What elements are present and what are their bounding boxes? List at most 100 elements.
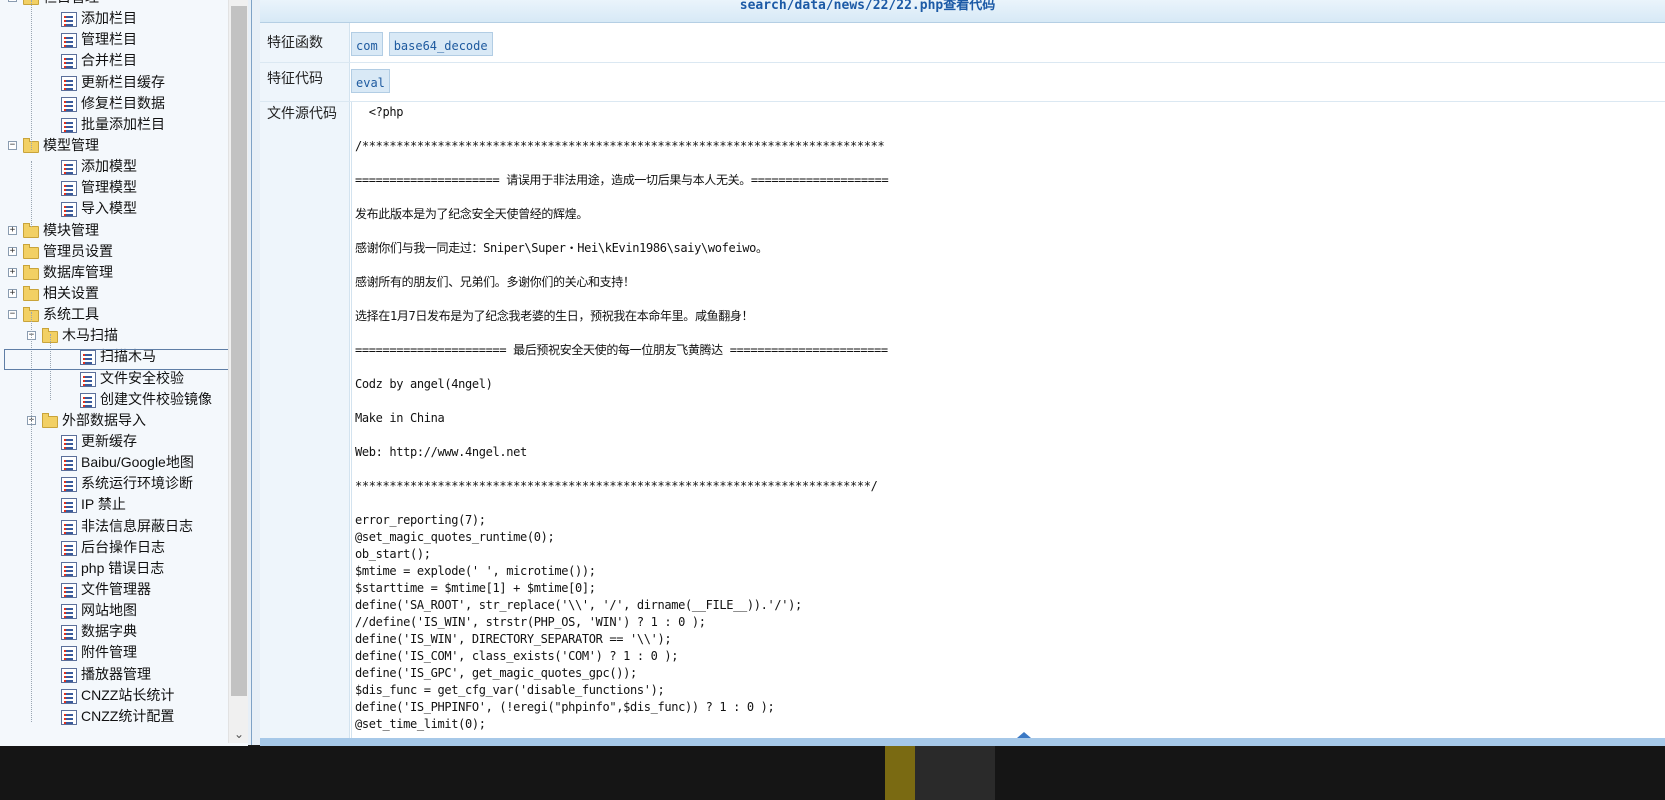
tree-item-label: 数据字典	[81, 623, 137, 640]
page-icon	[61, 604, 77, 620]
tree-item[interactable]: 修复栏目数据	[0, 93, 245, 114]
tree-item[interactable]: 管理模型	[0, 177, 245, 198]
tree-item-label: 栏目管理	[43, 0, 99, 8]
code-line: /***************************************…	[355, 139, 885, 153]
tree-item[interactable]: 非法信息屏蔽日志	[0, 516, 245, 537]
page-icon	[61, 33, 77, 49]
collapse-icon[interactable]: −	[8, 0, 17, 2]
code-line: @set_time_limit(0);	[355, 717, 486, 731]
page-icon	[80, 371, 96, 387]
page-icon	[61, 202, 77, 218]
tree-item[interactable]: + 管理员设置	[0, 241, 245, 262]
tree-item[interactable]: IP 禁止	[0, 494, 245, 515]
code-line: ob_start();	[355, 547, 431, 561]
tree-item-label: php 错误日志	[81, 559, 165, 576]
tree-item[interactable]: 网站地图	[0, 600, 245, 621]
page-icon	[61, 667, 77, 683]
tree-item-label: 更新栏目缓存	[81, 73, 165, 90]
tree-item-label: 合并栏目	[81, 52, 137, 69]
tree-item[interactable]: 扫描木马	[0, 346, 245, 367]
tree-item[interactable]: 批量添加栏目	[0, 114, 245, 135]
tree-item[interactable]: − 木马扫描	[0, 325, 245, 346]
tree-scrollbar[interactable]: ⌄	[228, 0, 248, 743]
expand-icon[interactable]: +	[8, 267, 17, 277]
page-icon	[61, 181, 77, 197]
tree-item[interactable]: − 栏目管理	[0, 0, 245, 8]
tree-item-label: 管理栏目	[81, 31, 137, 48]
tree-item[interactable]: 文件管理器	[0, 579, 245, 600]
tree-item-label: 外部数据导入	[62, 411, 146, 428]
expand-icon[interactable]: +	[8, 246, 17, 256]
code-line: //define('IS_WIN', strstr(PHP_OS, 'WIN')…	[355, 615, 706, 629]
expand-icon[interactable]: +	[8, 288, 17, 298]
tree-item[interactable]: + 外部数据导入	[0, 410, 245, 431]
tree-item-label: 非法信息屏蔽日志	[81, 517, 193, 534]
tree-item-label: 管理员设置	[43, 242, 113, 259]
tree-item[interactable]: 更新缓存	[0, 431, 245, 452]
tree-item[interactable]: 文件安全校验	[0, 368, 245, 389]
code-line: define('IS_PHPINFO', (!eregi("phpinfo",$…	[355, 700, 775, 714]
expand-icon[interactable]: +	[8, 225, 17, 235]
tree-item-label: Baibu/Google地图	[81, 454, 194, 471]
feature-functions-tags: com base64_decode	[351, 32, 499, 56]
page-icon	[61, 456, 77, 472]
page-icon	[61, 96, 77, 112]
page-icon	[61, 646, 77, 662]
collapse-icon[interactable]: −	[8, 310, 17, 320]
tree-item[interactable]: + 模块管理	[0, 220, 245, 241]
tree-item[interactable]: 附件管理	[0, 642, 245, 663]
tree-item-label: 文件安全校验	[100, 369, 184, 386]
tree-item-label: 附件管理	[81, 644, 137, 661]
tree-item[interactable]: 添加栏目	[0, 8, 245, 29]
page-icon	[61, 688, 77, 704]
tree-item[interactable]: CNZZ统计配置	[0, 706, 245, 727]
collapse-icon[interactable]: −	[8, 140, 17, 150]
tree-item[interactable]: + 数据库管理	[0, 262, 245, 283]
taskbar-active-app[interactable]	[885, 746, 915, 800]
tree-item-label: 木马扫描	[62, 327, 118, 344]
tree-item[interactable]: 更新栏目缓存	[0, 72, 245, 93]
page-icon	[61, 12, 77, 28]
tree-item[interactable]: 数据字典	[0, 621, 245, 642]
feature-code-label: 特征代码	[260, 63, 350, 101]
scrollbar-thumb[interactable]	[231, 6, 247, 696]
code-line: 感谢所有的朋友们、兄弟们。多谢你们的关心和支持！	[355, 275, 635, 289]
tree-item[interactable]: 合并栏目	[0, 50, 245, 71]
tree-item[interactable]: 管理栏目	[0, 29, 245, 50]
page-icon	[61, 117, 77, 133]
scroll-down-icon[interactable]: ⌄	[229, 727, 248, 741]
tree-item[interactable]: 后台操作日志	[0, 537, 245, 558]
feature-functions-row: 特征函数 com base64_decode	[260, 23, 1665, 63]
tree-item[interactable]: Baibu/Google地图	[0, 452, 245, 473]
tree-item[interactable]: + 相关设置	[0, 283, 245, 304]
panel-splitter[interactable]	[248, 0, 260, 745]
code-line: Codz by angel(4ngel)	[355, 377, 493, 391]
tree-item-label: 添加模型	[81, 158, 137, 175]
folder-icon	[23, 222, 39, 238]
tree-item-label: 系统工具	[43, 306, 99, 323]
feature-code-tag: eval	[351, 69, 390, 93]
tree-item[interactable]: php 错误日志	[0, 558, 245, 579]
tree-item[interactable]: CNZZ站长统计	[0, 685, 245, 706]
tree-item-label: 相关设置	[43, 284, 99, 301]
page-icon	[61, 582, 77, 598]
tree-item[interactable]: 播放器管理	[0, 664, 245, 685]
page-icon	[61, 477, 77, 493]
code-line: 发布此版本是为了纪念安全天使曾经的辉煌。	[355, 207, 589, 221]
tree-item[interactable]: 导入模型	[0, 198, 245, 219]
taskbar-app[interactable]	[915, 746, 995, 800]
nav-tree: − 栏目管理添加栏目管理栏目合并栏目更新栏目缓存修复栏目数据批量添加栏目 − 模型管理…	[0, 0, 245, 727]
tree-item[interactable]: 添加模型	[0, 156, 245, 177]
tree-item-label: 更新缓存	[81, 432, 137, 449]
code-view-panel: search/data/news/22/22.php查看代码 特征函数 com b…	[260, 0, 1665, 738]
tree-item-label: 播放器管理	[81, 665, 151, 682]
source-code-label: 文件源代码	[260, 102, 350, 738]
tree-item[interactable]: 创建文件校验镜像	[0, 389, 245, 410]
tree-item-label: 模块管理	[43, 221, 99, 238]
tree-item[interactable]: − 模型管理	[0, 135, 245, 156]
code-line: define('IS_COM', class_exists('COM') ? 1…	[355, 649, 679, 663]
tree-item[interactable]: 系统运行环境诊断	[0, 473, 245, 494]
tree-item[interactable]: − 系统工具	[0, 304, 245, 325]
page-icon	[80, 392, 96, 408]
page-title: search/data/news/22/22.php查看代码	[260, 0, 1665, 23]
